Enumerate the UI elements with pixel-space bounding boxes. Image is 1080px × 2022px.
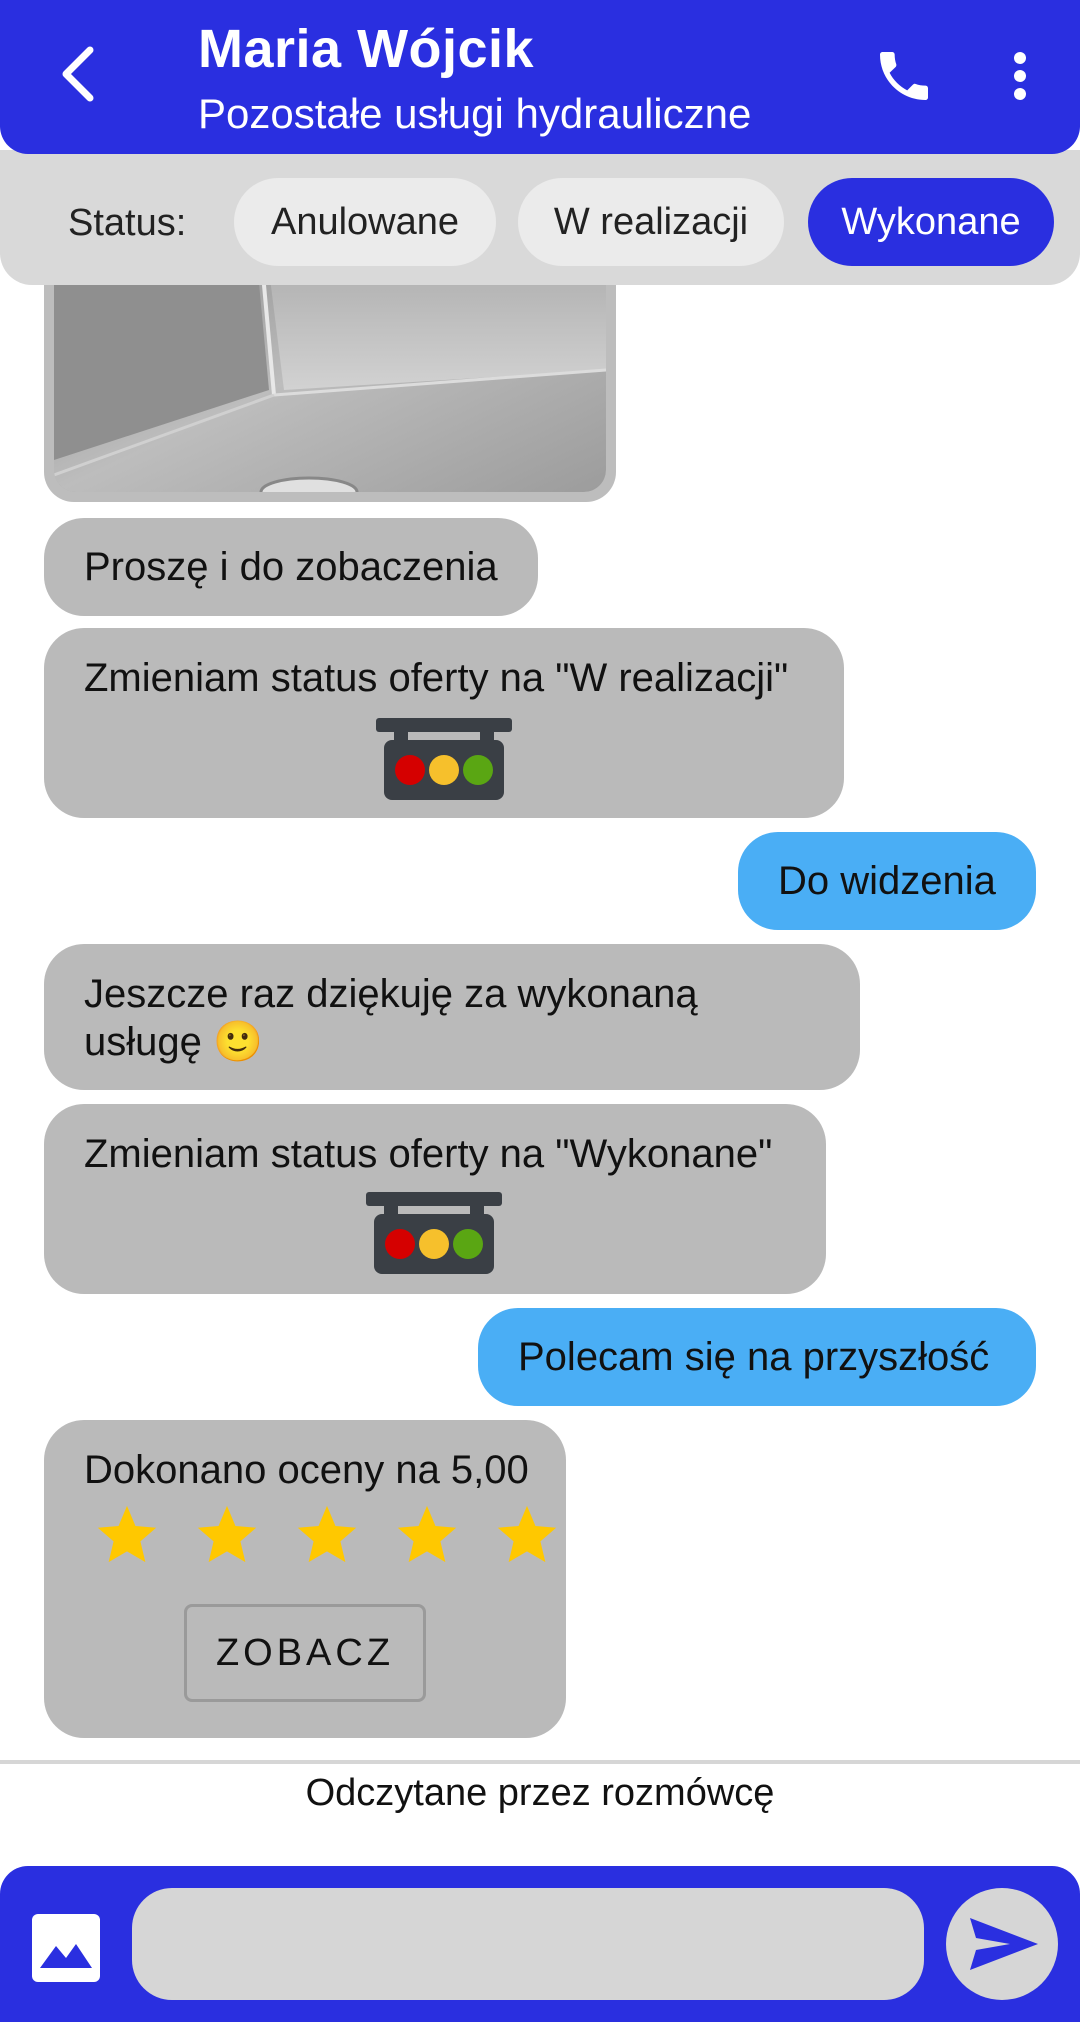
traffic-light-icon bbox=[376, 718, 512, 800]
attach-image-button[interactable] bbox=[32, 1914, 100, 1982]
status-bar: Status: Anulowane W realizacji Wykonane bbox=[0, 150, 1080, 285]
more-options-button[interactable] bbox=[1000, 44, 1040, 108]
message-text: Zmieniam status oferty na "W realizacji" bbox=[84, 656, 789, 700]
message-text: Polecam się na przyszłość bbox=[518, 1335, 990, 1379]
message-text: Proszę i do zobaczenia bbox=[84, 545, 498, 589]
status-chip-completed[interactable]: Wykonane bbox=[808, 178, 1054, 266]
service-category: Pozostałe usługi hydrauliczne bbox=[198, 90, 752, 137]
star-icon bbox=[497, 1505, 557, 1563]
image-icon bbox=[32, 1914, 100, 1982]
message-bubble-mine-1: Do widzenia bbox=[738, 832, 1036, 930]
status-chip-in-progress[interactable]: W realizacji bbox=[518, 178, 784, 266]
message-bubble-mine-2: Polecam się na przyszłość bbox=[478, 1308, 1036, 1406]
status-change-bubble-1: Zmieniam status oferty na "W realizacji" bbox=[44, 628, 844, 818]
rating-stars bbox=[92, 1500, 562, 1570]
star-icon bbox=[97, 1505, 157, 1563]
star-icon bbox=[397, 1505, 457, 1563]
contact-name: Maria Wójcik bbox=[198, 19, 535, 79]
chevron-left-icon bbox=[62, 46, 94, 102]
message-bubble-1: Proszę i do zobaczenia bbox=[44, 518, 538, 616]
status-label: Status: bbox=[68, 202, 187, 244]
send-button[interactable] bbox=[946, 1888, 1058, 2000]
rating-text: Dokonano oceny na 5,00 bbox=[84, 1448, 529, 1492]
star-icon bbox=[197, 1505, 257, 1563]
view-rating-button[interactable]: ZOBACZ bbox=[184, 1604, 426, 1702]
read-receipt: Odczytane przez rozmówcę bbox=[305, 1772, 775, 1814]
status-chip-cancelled[interactable]: Anulowane bbox=[234, 178, 496, 266]
message-text: Do widzenia bbox=[778, 859, 996, 903]
message-input[interactable] bbox=[132, 1888, 924, 2000]
message-input-bar bbox=[0, 1866, 1080, 2022]
phone-icon bbox=[880, 52, 928, 100]
message-bubble-2: Jeszcze raz dziękuję za wykonaną usługę … bbox=[44, 944, 860, 1090]
more-vertical-icon bbox=[1014, 52, 1026, 100]
message-text: Zmieniam status oferty na "Wykonane" bbox=[84, 1132, 773, 1176]
send-icon bbox=[970, 1918, 1038, 1970]
status-change-bubble-2: Zmieniam status oferty na "Wykonane" bbox=[44, 1104, 826, 1294]
back-button[interactable] bbox=[48, 44, 108, 104]
message-text: Jeszcze raz dziękuję za wykonaną usługę … bbox=[84, 972, 698, 1064]
star-icon bbox=[297, 1505, 357, 1563]
divider bbox=[0, 1760, 1080, 1764]
traffic-light-icon bbox=[366, 1192, 502, 1274]
rating-bubble: Dokonano oceny na 5,00 ZOBACZ bbox=[44, 1420, 566, 1738]
app-header: Maria Wójcik Pozostałe usługi hydraulicz… bbox=[0, 0, 1080, 154]
call-button[interactable] bbox=[872, 44, 936, 108]
